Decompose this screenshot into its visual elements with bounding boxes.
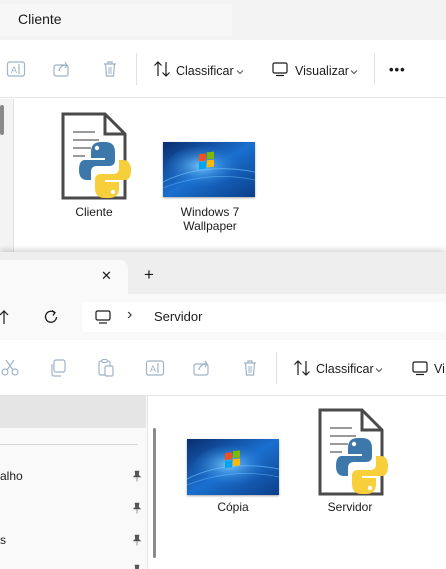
sort-button[interactable]: Classificar (316, 362, 374, 376)
computer-icon (95, 310, 111, 324)
pin-icon[interactable] (132, 534, 142, 546)
view-icon[interactable] (410, 358, 430, 378)
toolbar-separator (276, 352, 277, 384)
wallpaper-thumbnail (186, 439, 280, 495)
delete-icon[interactable] (100, 59, 120, 79)
scrollbar[interactable] (0, 105, 4, 135)
wallpaper-thumbnail (162, 142, 256, 197)
share-icon[interactable] (52, 59, 72, 79)
scrollbar[interactable] (153, 428, 156, 558)
nav-selected-item[interactable] (0, 396, 146, 428)
file-item-copia[interactable] (186, 439, 280, 495)
svg-text:A: A (11, 65, 17, 75)
file-name: Servidor (327, 500, 373, 514)
python-file-icon (61, 112, 131, 200)
cut-icon[interactable] (0, 358, 20, 378)
tab-bar: ✕ + (0, 252, 446, 294)
file-item-servidor[interactable] (318, 408, 398, 498)
chevron-down-icon (350, 70, 358, 75)
breadcrumb-folder[interactable]: Servidor (154, 309, 202, 324)
pin-icon[interactable] (132, 470, 142, 482)
nav-item-label[interactable]: alho (0, 469, 23, 483)
file-name-line2: Wallpaper (183, 219, 237, 233)
close-tab-icon[interactable]: ✕ (101, 268, 112, 284)
share-icon[interactable] (192, 358, 212, 378)
navigation-pane: alho s (0, 396, 148, 569)
file-area: Cliente Windows 7 Wallpaper (15, 99, 446, 259)
svg-text:A: A (150, 364, 156, 374)
paste-icon[interactable] (96, 358, 116, 378)
pin-icon[interactable] (132, 564, 142, 569)
delete-icon[interactable] (240, 358, 260, 378)
command-bar: A Classificar (0, 340, 446, 396)
explorer-window-servidor: ✕ + › Servidor A Classificar Vi alho s C… (0, 252, 446, 569)
nav-item-label[interactable]: s (0, 533, 6, 547)
sort-icon[interactable] (292, 358, 312, 378)
address-bar-row: › Servidor (0, 294, 446, 340)
file-area: Cópia Servidor (162, 396, 446, 569)
view-icon[interactable] (270, 59, 290, 79)
file-item-wallpaper[interactable] (162, 142, 256, 197)
sort-icon[interactable] (152, 59, 172, 79)
address-bar[interactable]: › Servidor (82, 302, 446, 332)
tab-title: Cliente (18, 11, 62, 27)
chevron-down-icon (375, 368, 383, 373)
pin-icon[interactable] (132, 502, 142, 514)
explorer-window-cliente: Cliente A Classificar Visualizar ••• Cli… (0, 0, 446, 259)
file-item-cliente[interactable] (61, 112, 141, 202)
view-button[interactable]: Visualizar (295, 64, 349, 78)
file-name: Cliente (75, 205, 113, 219)
chevron-down-icon (236, 70, 244, 75)
command-bar: A Classificar (0, 40, 446, 98)
python-file-icon (318, 408, 388, 496)
refresh-icon[interactable] (42, 308, 60, 326)
breadcrumb-separator: › (127, 306, 133, 323)
nav-divider (0, 444, 138, 445)
view-button[interactable]: Vi (434, 362, 445, 376)
new-tab-icon[interactable]: + (144, 265, 154, 285)
title-bar: Cliente (0, 0, 446, 40)
toolbar-separator (136, 53, 137, 85)
navigation-pane (0, 99, 14, 259)
file-name: Cópia (217, 500, 249, 514)
rename-icon[interactable]: A (145, 358, 165, 378)
file-name-line1: Windows 7 (180, 205, 240, 219)
more-options-button[interactable]: ••• (389, 62, 406, 77)
sort-button[interactable]: Classificar (176, 64, 234, 78)
desktop: Cliente A Classificar Visualizar ••• Cli… (0, 0, 446, 569)
copy-icon[interactable] (48, 358, 68, 378)
rename-icon[interactable]: A (6, 59, 26, 79)
file-name: Windows 7 Wallpaper (169, 205, 251, 233)
up-arrow-icon[interactable] (0, 309, 10, 325)
toolbar-separator (374, 53, 375, 85)
